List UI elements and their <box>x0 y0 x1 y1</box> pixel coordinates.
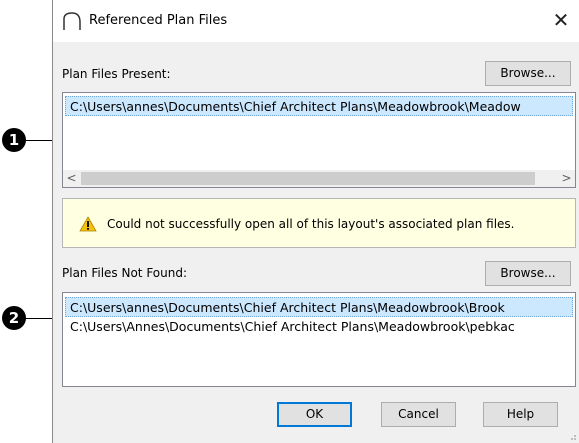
horizontal-scrollbar[interactable]: < > <box>63 170 575 187</box>
title-bar[interactable]: Referenced Plan Files ✕ <box>53 0 579 42</box>
screenshot-stage: 1 2 Referenced Plan Files ✕ Plan Files P… <box>0 0 579 443</box>
roof-arc-icon <box>63 12 81 30</box>
list-item[interactable]: C:\Users\Annes\Documents\Chief Architect… <box>65 317 573 337</box>
referenced-plan-files-dialog: Referenced Plan Files ✕ Plan Files Prese… <box>52 0 579 443</box>
scroll-left-icon[interactable]: < <box>63 170 80 187</box>
warning-message: Could not successfully open all of this … <box>107 217 515 231</box>
plan-files-not-found-label: Plan Files Not Found: <box>62 266 188 280</box>
browse-not-found-button[interactable]: Browse... <box>485 261 571 286</box>
cancel-button[interactable]: Cancel <box>381 402 456 427</box>
ok-button[interactable]: OK <box>277 402 352 427</box>
list-item[interactable]: C:\Users\annes\Documents\Chief Architect… <box>65 96 573 116</box>
scrollbar-thumb[interactable] <box>81 172 535 185</box>
browse-present-button[interactable]: Browse... <box>485 61 571 86</box>
close-icon: ✕ <box>552 8 570 32</box>
plan-files-not-found-list[interactable]: C:\Users\annes\Documents\Chief Architect… <box>62 292 576 387</box>
warning-panel: Could not successfully open all of this … <box>62 198 576 248</box>
warning-icon <box>79 216 97 232</box>
callout-1-marker: 1 <box>2 128 26 152</box>
help-button[interactable]: Help <box>483 402 558 427</box>
list-item[interactable]: C:\Users\annes\Documents\Chief Architect… <box>65 297 573 317</box>
plan-files-present-label: Plan Files Present: <box>62 67 171 81</box>
plan-files-present-list[interactable]: C:\Users\annes\Documents\Chief Architect… <box>62 92 576 188</box>
dialog-title: Referenced Plan Files <box>89 13 228 28</box>
callout-2-marker: 2 <box>2 306 26 330</box>
close-button[interactable]: ✕ <box>543 2 579 38</box>
scroll-right-icon[interactable]: > <box>558 170 575 187</box>
resize-grip-icon[interactable] <box>567 431 577 441</box>
